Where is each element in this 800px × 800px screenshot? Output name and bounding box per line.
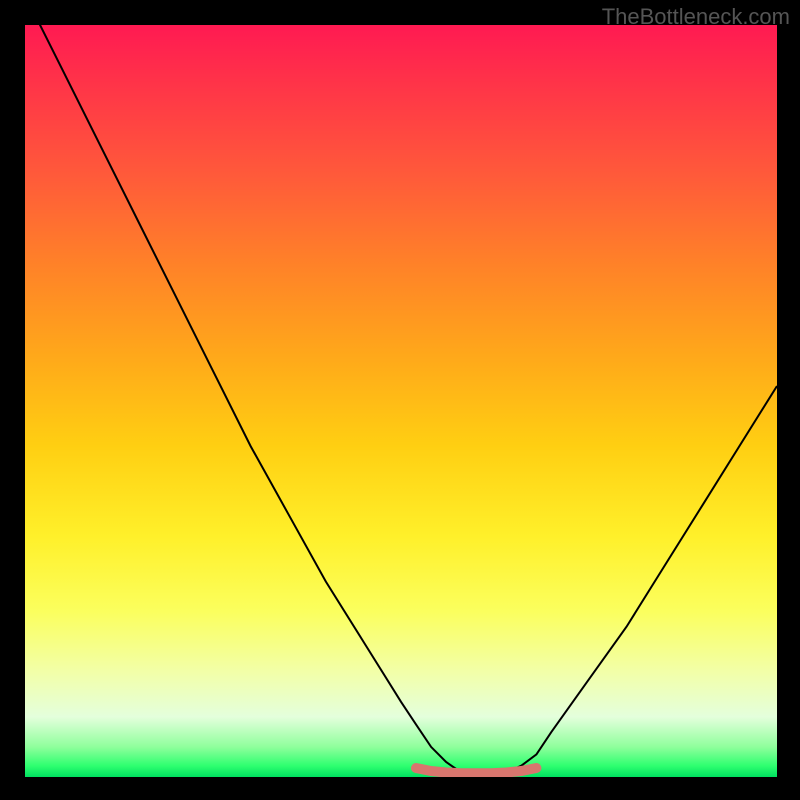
- watermark-text: TheBottleneck.com: [602, 4, 790, 30]
- optimal-zone-marker-path: [416, 768, 536, 773]
- chart-svg: [25, 25, 777, 777]
- plot-area: [25, 25, 777, 777]
- bottleneck-curve-path: [25, 25, 777, 775]
